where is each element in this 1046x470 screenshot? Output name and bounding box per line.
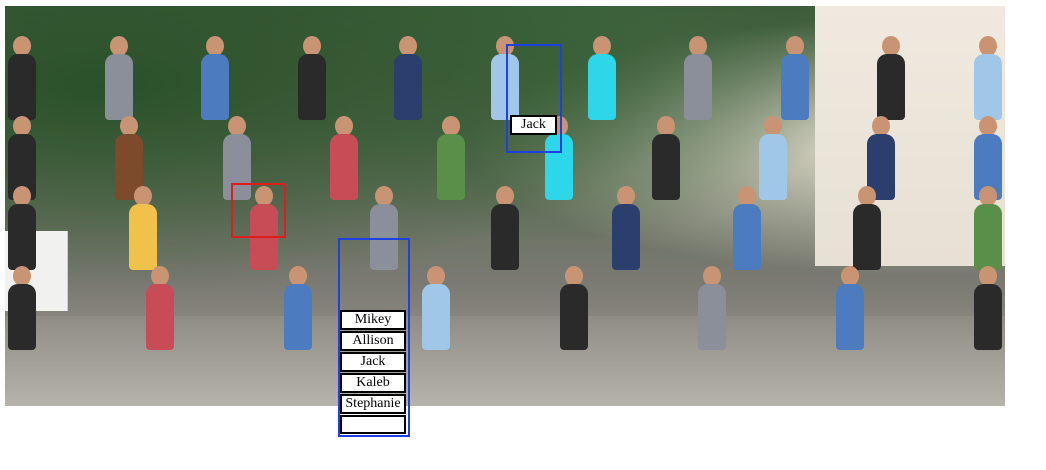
person-figure xyxy=(609,186,643,270)
person-figure xyxy=(833,266,867,350)
name-label-mikey: Mikey xyxy=(340,310,406,330)
person-figure xyxy=(585,36,619,120)
crowd-row-middle-front xyxy=(5,186,1005,270)
crowd-row-front xyxy=(5,266,1005,350)
highlight-box-jack-top xyxy=(506,44,562,153)
person-figure xyxy=(102,36,136,120)
person-figure xyxy=(971,266,1005,350)
group-photo xyxy=(5,6,1005,406)
person-figure xyxy=(557,266,591,350)
name-stack: Mikey Allison Jack Kaleb Stephanie xyxy=(340,310,408,434)
person-figure xyxy=(419,266,453,350)
name-label-kaleb: Kaleb xyxy=(340,373,406,393)
person-figure xyxy=(850,186,884,270)
image-stage: Jack Mikey Allison Jack Kaleb Stephanie xyxy=(0,0,1046,470)
person-figure xyxy=(5,266,39,350)
person-figure xyxy=(5,36,39,120)
crowd-row-back xyxy=(5,36,1005,120)
highlight-box-red xyxy=(231,183,286,238)
name-label-allison: Allison xyxy=(340,331,406,351)
person-figure xyxy=(5,186,39,270)
person-figure xyxy=(730,186,764,270)
person-figure xyxy=(874,36,908,120)
person-figure xyxy=(971,36,1005,120)
person-figure xyxy=(488,186,522,270)
name-label-empty xyxy=(340,415,406,434)
person-figure xyxy=(695,266,729,350)
person-figure xyxy=(778,36,812,120)
person-figure xyxy=(126,186,160,270)
person-figure xyxy=(971,186,1005,270)
person-figure xyxy=(681,36,715,120)
person-figure xyxy=(281,266,315,350)
person-figure xyxy=(391,36,425,120)
person-figure xyxy=(143,266,177,350)
name-label-jack-top: Jack xyxy=(510,115,557,135)
name-label-jack: Jack xyxy=(340,352,406,372)
person-figure xyxy=(198,36,232,120)
name-label-stephanie: Stephanie xyxy=(340,394,406,414)
person-figure xyxy=(295,36,329,120)
